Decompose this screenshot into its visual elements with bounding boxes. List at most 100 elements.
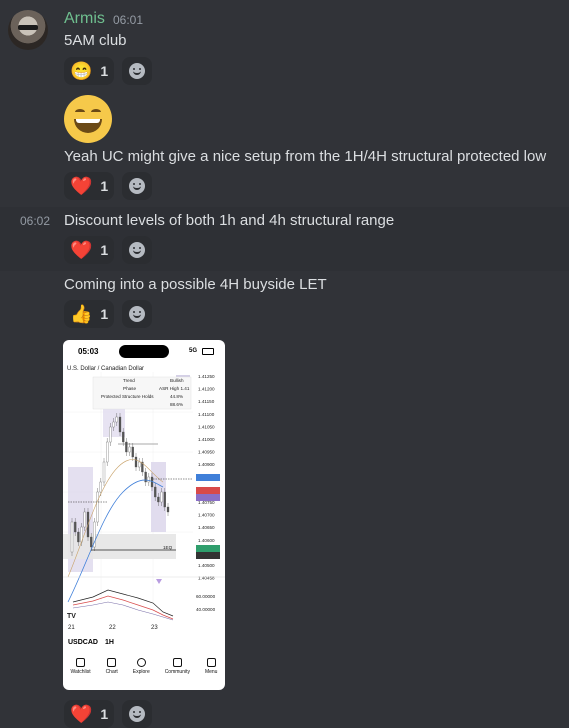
price-axis-label: 1.41050 — [198, 424, 215, 429]
candle — [106, 441, 109, 463]
table-protected-value: 44.8% — [170, 394, 183, 399]
price-axis-label: 1.41200 — [198, 387, 215, 392]
candle — [163, 491, 166, 508]
symbol-label: USDCAD — [68, 639, 98, 646]
message-text: Discount levels of both 1h and 4h struct… — [64, 212, 395, 229]
candle — [147, 476, 150, 483]
candle — [122, 431, 125, 443]
timeframe-label: 1H — [105, 639, 114, 646]
candle — [160, 491, 163, 503]
price-axis-label: 1.41250 — [198, 374, 215, 379]
add-reaction-button[interactable] — [122, 300, 152, 328]
message-text: Coming into a possible 4H buyside LET — [64, 276, 327, 293]
candle — [102, 461, 106, 483]
price-axis-label: 1.40900 — [198, 462, 215, 467]
date-label: 22 — [109, 625, 116, 631]
smile-icon — [129, 706, 145, 722]
signal-label: 5G — [189, 348, 198, 354]
candle — [128, 446, 131, 453]
message-timestamp: 06:01 — [113, 13, 144, 27]
chart-icon — [107, 658, 117, 667]
compass-icon — [136, 658, 146, 667]
add-reaction-button[interactable] — [122, 172, 152, 200]
heart-emoji-icon: ❤️ — [70, 176, 93, 196]
reaction-count: 1 — [100, 178, 109, 194]
price-axis-label: 1.40600 — [198, 538, 215, 543]
price-axis-label: 1.40458 — [198, 576, 215, 581]
reaction-count: 1 — [100, 242, 109, 258]
smile-icon — [129, 242, 145, 258]
grin-emoji-large-icon — [64, 95, 112, 143]
price-axis-label: 1.40700 — [198, 513, 215, 518]
reaction-count: 1 — [100, 63, 109, 79]
menu-icon — [206, 658, 216, 667]
table-protected-label: Protected Structure Holds — [101, 394, 154, 399]
price-axis-label: 1.40950 — [198, 450, 215, 455]
price-axis-label: 1.40650 — [198, 525, 215, 530]
heart-emoji-icon: ❤️ — [70, 704, 93, 724]
thumbs-up-emoji-icon: 👍 — [70, 304, 93, 324]
grin-emoji-icon: 😁 — [70, 61, 93, 81]
reaction-heart[interactable]: ❤️ 1 — [64, 700, 115, 728]
candle — [90, 536, 93, 548]
add-reaction-button[interactable] — [122, 236, 152, 264]
candle — [115, 416, 118, 423]
author-name[interactable]: Armis — [64, 10, 105, 28]
phone-tab-bar: Watchlist Chart Explore Community Menu — [63, 658, 225, 690]
candle — [125, 441, 128, 453]
add-reaction-button[interactable] — [122, 700, 152, 728]
tab-explore: Explore — [133, 658, 150, 690]
add-reaction-button[interactable] — [122, 57, 152, 85]
message-hover-timestamp: 06:02 — [20, 214, 51, 228]
eq-label: 1EQ — [163, 545, 173, 550]
candle — [77, 531, 80, 543]
candle — [99, 481, 102, 493]
candle — [166, 506, 170, 513]
svg-text:TV: TV — [67, 613, 76, 620]
reaction-heart[interactable]: ❤️ 1 — [64, 172, 115, 200]
battery-icon — [202, 348, 214, 355]
table-phase-value: ASR High 1.41 — [159, 386, 190, 391]
message-text: 5AM club — [64, 32, 127, 49]
candle — [83, 511, 86, 528]
price-axis-label: 1.41100 — [198, 412, 215, 417]
candle — [138, 461, 141, 468]
reaction-count: 1 — [100, 306, 109, 322]
phone-status-bar: 05:03 5G — [63, 340, 225, 364]
tab-chart: Chart — [106, 658, 118, 690]
smile-icon — [129, 178, 145, 194]
osc-level-40: 40.00000 — [196, 607, 216, 612]
phone-clock: 05:03 — [78, 347, 99, 356]
tab-community: Community — [165, 658, 190, 690]
candle — [109, 426, 112, 443]
osc-level-60: 60.00000 — [196, 594, 216, 599]
table-row4-value: 88.6% — [170, 402, 183, 407]
smile-icon — [129, 306, 145, 322]
price-axis-label: 1.40500 — [198, 563, 215, 568]
candle — [131, 446, 134, 458]
user-avatar[interactable] — [8, 10, 48, 50]
watchlist-icon — [76, 658, 86, 667]
heart-emoji-icon: ❤️ — [70, 240, 93, 260]
price-chart: Trend Bullish Phase ASR High 1.41 Protec… — [63, 372, 225, 622]
table-trend-label: Trend — [123, 378, 135, 383]
reaction-count: 1 — [100, 706, 109, 722]
tab-menu: Menu — [205, 658, 217, 690]
message-text: Yeah UC might give a nice setup from the… — [64, 148, 547, 165]
candle — [157, 496, 160, 503]
tab-watchlist: Watchlist — [70, 658, 91, 690]
price-axis-label: 1.41150 — [198, 399, 215, 404]
candle — [96, 491, 99, 523]
price-axis-label: 1.41000 — [198, 437, 215, 442]
reaction-heart[interactable]: ❤️ 1 — [64, 236, 115, 264]
candle — [70, 521, 74, 553]
image-attachment[interactable]: 05:03 5G U.S. Dollar / Canadian Dollar T… — [63, 340, 225, 690]
smile-icon — [129, 63, 145, 79]
candle — [154, 486, 157, 498]
date-label: 21 — [68, 625, 75, 631]
date-label: 23 — [151, 625, 158, 631]
reaction-grin[interactable]: 😁 1 — [64, 57, 115, 85]
community-icon — [172, 658, 182, 667]
reaction-thumbs-up[interactable]: 👍 1 — [64, 300, 115, 328]
candle — [74, 521, 77, 533]
